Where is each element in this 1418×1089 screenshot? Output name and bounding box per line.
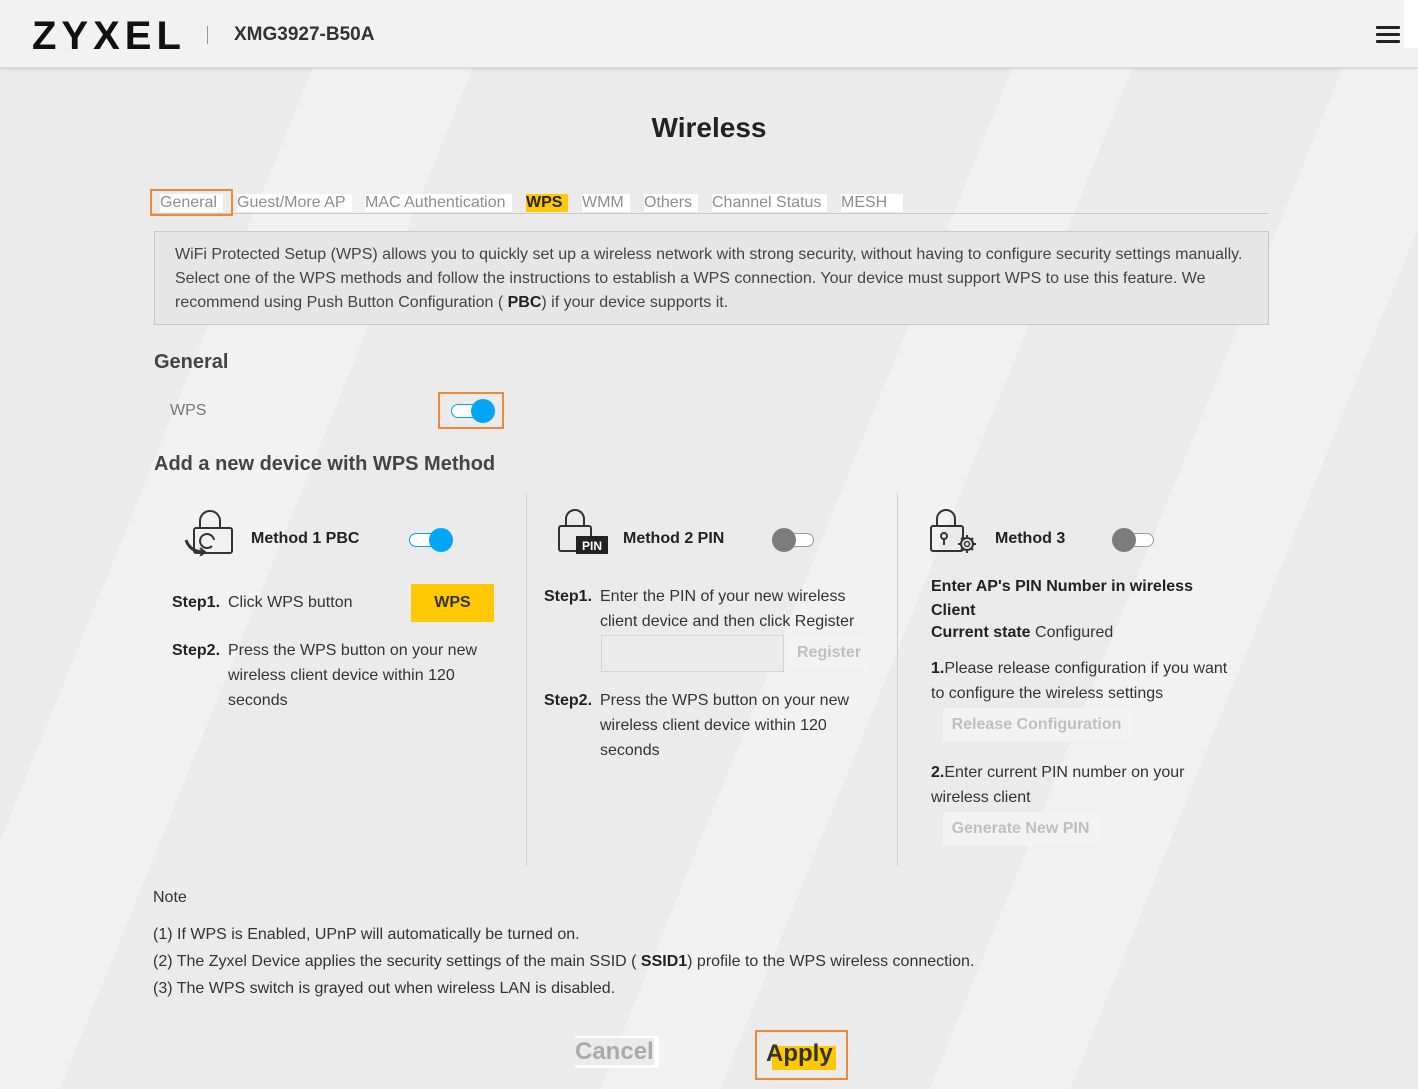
method1-step2-label: Step2. — [172, 642, 221, 659]
method3-item2: 2.Enter current PIN number on your wirel… — [931, 760, 1241, 810]
method2-toggle[interactable] — [772, 528, 816, 552]
cancel-button[interactable]: Cancel — [575, 1036, 659, 1068]
note-2-bold: SSID1 — [640, 953, 688, 970]
lock-settings-icon — [930, 509, 976, 553]
tab-bar: General Guest/More AP MAC Authentication… — [152, 190, 1269, 214]
method2-step1-text: Enter the PIN of your new wireless clien… — [600, 588, 855, 630]
item1-text: Please release configuration if you want… — [931, 660, 1228, 702]
tab-wmm[interactable]: WMM — [582, 194, 630, 212]
method1-title: Method 1 PBC — [251, 530, 360, 547]
method2-step1-label: Step1. — [544, 588, 593, 605]
wps-label: WPS — [170, 402, 207, 419]
state-label: Current state — [931, 624, 1031, 641]
tab-others[interactable]: Others — [644, 194, 699, 212]
apply-button[interactable]: Apply — [764, 1036, 840, 1072]
note-line-1: (1) If WPS is Enabled, UPnP will automat… — [153, 926, 580, 943]
note-line-3: (3) The WPS switch is grayed out when wi… — [153, 980, 616, 997]
item2-number: 2. — [931, 764, 945, 781]
wps-info-box: WiFi Protected Setup (WPS) allows you to… — [154, 231, 1269, 325]
tab-guest-more-ap[interactable]: Guest/More AP — [237, 194, 352, 212]
method2-step2-label: Step2. — [544, 692, 593, 709]
header-edge — [1404, 0, 1418, 48]
note-2-text: (2) The Zyxel Device applies the securit… — [153, 953, 641, 970]
info-text-end: ) if your device supports it. — [541, 294, 729, 311]
method3-item1: 1.Please release configuration if you wa… — [931, 656, 1241, 706]
method1-step1-text: Click WPS button — [228, 594, 353, 611]
page-title: Wireless — [651, 112, 767, 143]
pin-input[interactable] — [601, 635, 784, 672]
tab-channel-status[interactable]: Channel Status — [712, 194, 828, 212]
toggle-knob-icon — [471, 399, 495, 423]
item2-text: Enter current PIN number on your wireles… — [931, 764, 1185, 806]
method1-step1-label: Step1. — [172, 594, 221, 611]
header-divider — [207, 26, 208, 44]
device-model: XMG3927-B50A — [234, 24, 375, 45]
note-title: Note — [153, 889, 187, 906]
cancel-label: Cancel — [575, 1038, 654, 1065]
method2-step2-text: Press the WPS button on your new wireles… — [600, 692, 850, 759]
note-line-2: (2) The Zyxel Device applies the securit… — [153, 953, 974, 971]
column-divider — [897, 493, 898, 866]
item1-number: 1. — [931, 660, 945, 677]
info-bold: PBC — [507, 294, 542, 311]
tab-wps[interactable]: WPS — [526, 194, 569, 212]
hamburger-menu-icon[interactable] — [1376, 26, 1400, 44]
method3-state: Current state Configured — [931, 624, 1113, 642]
register-button[interactable]: Register — [790, 637, 868, 669]
top-header: ZYXEL XMG3927-B50A — [0, 0, 1418, 68]
toggle-knob-icon — [429, 528, 453, 552]
method1-step2-text: Press the WPS button on your new wireles… — [228, 642, 478, 709]
wps-toggle[interactable] — [451, 399, 495, 423]
methods-section-title: Add a new device with WPS Method — [154, 453, 496, 475]
toggle-knob-icon — [1112, 528, 1136, 552]
tab-mesh[interactable]: MESH — [841, 194, 904, 212]
lock-pin-icon: PIN — [558, 509, 608, 554]
generate-new-pin-button[interactable]: Generate New PIN — [943, 812, 1098, 846]
lock-push-button-icon — [184, 510, 233, 556]
zyxel-logo: ZYXEL — [32, 14, 186, 58]
state-value: Configured — [1035, 624, 1114, 641]
method3-title: Method 3 — [995, 530, 1066, 547]
toggle-knob-icon — [772, 528, 796, 552]
general-section-title: General — [154, 351, 229, 373]
method2-title: Method 2 PIN — [623, 530, 725, 547]
tab-general[interactable]: General — [160, 194, 223, 212]
pin-badge: PIN — [582, 539, 602, 553]
release-configuration-button[interactable]: Release Configuration — [943, 708, 1130, 742]
method3-heading: Enter AP's PIN Number in wireless Client — [931, 578, 1193, 619]
method1-toggle[interactable] — [409, 528, 453, 552]
column-divider — [526, 493, 527, 866]
tab-mac-authentication[interactable]: MAC Authentication — [365, 194, 512, 212]
method3-toggle[interactable] — [1112, 528, 1156, 552]
note-2-text-end: ) profile to the WPS wireless connection… — [687, 953, 975, 970]
wps-push-button[interactable]: WPS — [411, 584, 494, 622]
